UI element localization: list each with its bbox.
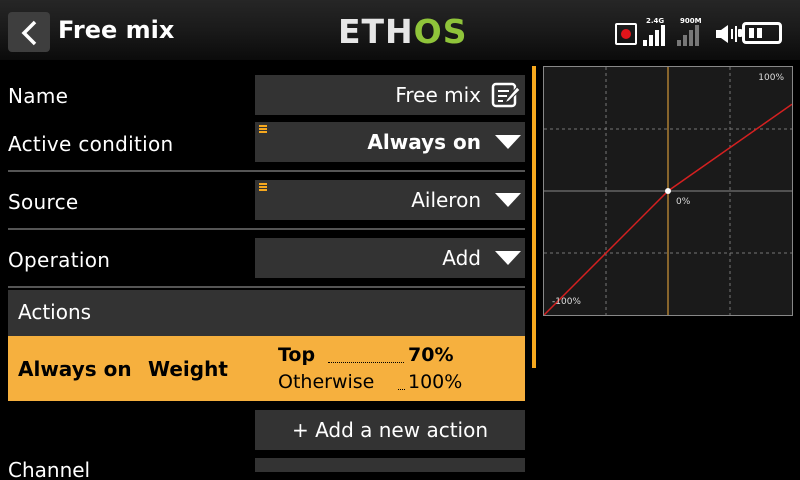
signal-900m-icon: 900M [676,17,702,46]
divider [8,170,525,172]
record-icon [615,23,637,45]
active-condition-label: Active condition [8,132,174,156]
signal-900m-label: 900M [680,17,702,25]
operation-value: Add [442,246,481,270]
header-bar: Free mix ETHOS 2.4G 900M [0,0,800,60]
ethos-logo: ETHOS [338,12,468,51]
curve-svg [544,67,792,315]
action-type: Weight [148,357,228,381]
action-condition: Always on [18,357,132,381]
graph-mid-label: 0% [676,197,691,207]
dropdown-arrow-icon [495,193,521,207]
actions-section-header: Actions [8,290,525,336]
edit-icon[interactable] [491,82,521,108]
mix-curve-graph: 100% 0% -100% [543,66,793,316]
dropdown-arrow-icon [495,251,521,265]
action-otherwise-value: 100% [408,371,463,393]
back-button[interactable] [8,12,50,52]
name-value: Free mix [395,83,481,107]
add-action-button[interactable]: + Add a new action [255,410,525,450]
dotted-leader [328,362,404,363]
dotted-leader [398,389,405,390]
source-label: Source [8,190,79,214]
actions-title: Actions [18,300,92,324]
action-row[interactable]: Always on Weight Top 70% Otherwise 100% [8,336,525,401]
action-otherwise-label: Otherwise [278,371,375,393]
condition-icon [259,183,267,191]
graph-min-label: -100% [552,297,581,307]
active-condition-value: Always on [367,130,481,154]
signal-24g-label: 2.4G [646,17,665,25]
condition-icon [259,125,267,133]
name-field[interactable]: Free mix [255,75,525,115]
scrollbar[interactable] [532,66,536,368]
channel-field[interactable] [255,458,525,472]
source-value: Aileron [411,188,481,212]
page-title: Free mix [58,16,175,44]
chevron-left-icon [21,20,37,46]
action-top-value: 70% [408,344,454,366]
divider [8,286,525,288]
operation-label: Operation [8,248,111,272]
status-bar: 2.4G 900M [612,14,792,50]
graph-max-label: 100% [758,73,784,83]
action-top-label: Top [278,344,316,366]
signal-24g-icon: 2.4G [642,17,666,46]
channel-label: Channel [8,458,91,480]
divider [8,228,525,230]
speaker-icon[interactable] [715,24,739,44]
name-label: Name [8,84,69,108]
source-select[interactable]: Aileron [255,180,525,220]
curve-center-point [665,188,671,194]
operation-select[interactable]: Add [255,238,525,278]
dropdown-arrow-icon [495,135,521,149]
battery-icon [738,22,782,44]
active-condition-select[interactable]: Always on [255,122,525,162]
